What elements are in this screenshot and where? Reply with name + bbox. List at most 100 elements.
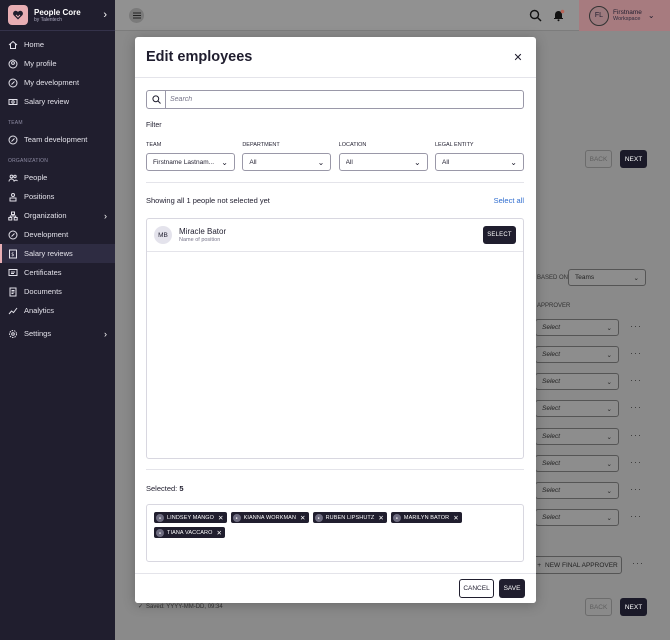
sidebar-item-analytics[interactable]: Analytics — [0, 301, 115, 320]
sidebar-item-salary-review[interactable]: Salary review — [0, 92, 115, 111]
brand-sub: by Talentech — [34, 16, 62, 23]
bell-icon[interactable] — [552, 9, 565, 22]
sidebar-item-development[interactable]: Development — [0, 225, 115, 244]
select-person-button[interactable]: SELECT — [483, 226, 516, 244]
more-icon[interactable]: ··· — [630, 375, 642, 385]
approver-select[interactable]: Select ⌄ — [535, 319, 619, 336]
selected-chip: ● RUBEN LIPSHUTZ ✕ — [312, 512, 387, 523]
close-icon[interactable]: ✕ — [511, 50, 525, 64]
nav: Home My profile My development Salary re… — [0, 31, 115, 343]
more-icon[interactable]: ··· — [632, 558, 644, 568]
approver-select[interactable]: Select ⌄ — [535, 482, 619, 499]
brand-name: People Core — [34, 7, 81, 17]
more-icon[interactable]: ··· — [630, 511, 642, 521]
chevron-down-icon: ⌄ — [317, 157, 325, 167]
selected-count: Selected: 5 — [146, 484, 184, 493]
approver-select[interactable]: Select ⌄ — [535, 428, 619, 445]
user-workspace: Workspace — [613, 16, 641, 22]
sidebar-item-positions[interactable]: Positions — [0, 187, 115, 206]
filter-team: TEAM Firstname Lastnam... ⌄ — [146, 142, 235, 171]
avatar-icon: ● — [232, 513, 241, 522]
chevron-right-icon: › — [104, 328, 107, 339]
team-select[interactable]: Firstname Lastnam... ⌄ — [146, 153, 235, 171]
select-all-link[interactable]: Select all — [494, 196, 524, 205]
analytics-icon — [8, 306, 18, 316]
sidebar-item-home[interactable]: Home — [0, 35, 115, 54]
sidebar-item-documents[interactable]: Documents — [0, 282, 115, 301]
avatar: MB — [154, 226, 172, 244]
sidebar-item-my-profile[interactable]: My profile — [0, 54, 115, 73]
sidebar-item-certificates[interactable]: Certificates — [0, 263, 115, 282]
approver-select[interactable]: Select ⌄ — [535, 346, 619, 363]
back-button[interactable]: BACK — [585, 150, 612, 168]
menu-button[interactable] — [129, 8, 144, 23]
new-final-approver-button[interactable]: + NEW FINAL APPROVER — [533, 556, 622, 574]
approver-select[interactable]: Select ⌄ — [535, 373, 619, 390]
search-input[interactable] — [166, 96, 523, 103]
user-name: Firstname — [613, 9, 642, 16]
more-icon[interactable]: ··· — [630, 402, 642, 412]
more-icon[interactable]: ··· — [630, 457, 642, 467]
chevron-down-icon: ⌄ — [221, 157, 228, 167]
based-on-label: BASED ON — [537, 275, 569, 281]
approver-select[interactable]: Select ⌄ — [535, 400, 619, 417]
filters: TEAM Firstname Lastnam... ⌄ DEPARTMENT Al… — [146, 142, 524, 171]
avatar-icon: ● — [314, 513, 323, 522]
location-select[interactable]: All ⌄ — [338, 153, 428, 171]
sidebar-item-team-development[interactable]: Team development — [0, 130, 115, 149]
salary-icon — [8, 97, 18, 107]
more-icon[interactable]: ··· — [630, 484, 642, 494]
sidebar-item-salary-reviews[interactable]: $ Salary reviews — [0, 244, 115, 263]
divider — [146, 469, 524, 470]
remove-icon[interactable]: ✕ — [378, 514, 384, 522]
selected-chip: ● MARILYN BATOR ✕ — [390, 512, 462, 523]
plus-icon: + — [537, 561, 542, 569]
selected-people: ● LINDSEY MANGO ✕ ● KIANNA WORKMAN ✕ ● RUBEN … — [146, 504, 524, 562]
remove-icon[interactable]: ✕ — [218, 514, 224, 522]
section-organization: ORGANIZATION — [8, 158, 49, 164]
brand-logo-icon — [8, 5, 28, 25]
sidebar-item-my-development[interactable]: My development — [0, 73, 115, 92]
department-select[interactable]: All ⌄ — [242, 153, 332, 171]
approver-select[interactable]: Select ⌄ — [535, 509, 619, 526]
sidebar-item-organization[interactable]: Organization › — [0, 206, 115, 225]
search-field[interactable] — [146, 90, 524, 109]
remove-icon[interactable]: ✕ — [217, 529, 223, 537]
user-menu[interactable]: FL Firstname Workspace ⌄ — [579, 0, 670, 31]
avatar: FL — [589, 5, 609, 26]
positions-icon — [8, 192, 18, 202]
chevron-right-icon: › — [104, 210, 107, 221]
chevron-down-icon: ⌄ — [413, 157, 421, 167]
remove-icon[interactable]: ✕ — [300, 514, 306, 522]
divider — [146, 182, 524, 183]
more-icon[interactable]: ··· — [630, 321, 642, 331]
approver-select[interactable]: Select ⌄ — [535, 455, 619, 472]
sidebar-item-people[interactable]: People — [0, 168, 115, 187]
saved-status: ✓ Saved: YYYY-MM-DD, 09:34 — [138, 603, 223, 611]
more-icon[interactable]: ··· — [630, 430, 642, 440]
filter-label: Filter — [146, 122, 162, 129]
avatar-icon: ● — [156, 528, 164, 537]
remove-icon[interactable]: ✕ — [453, 514, 459, 522]
hamburger-icon — [132, 12, 141, 19]
save-button[interactable]: SAVE — [499, 579, 525, 598]
back-button-bottom[interactable]: BACK — [585, 598, 612, 616]
edit-employees-modal: Edit employees ✕ Filter TEAM Firstname L… — [135, 37, 536, 603]
sidebar-item-settings[interactable]: Settings › — [0, 324, 115, 343]
development-icon — [8, 78, 18, 88]
documents-icon — [8, 287, 18, 297]
based-on-select[interactable]: Teams ⌄ — [568, 269, 646, 286]
brand[interactable]: People Core by Talentech › — [0, 0, 115, 31]
check-circle-icon: ✓ — [138, 604, 144, 610]
salary-reviews-icon: $ — [8, 249, 18, 259]
svg-text:$: $ — [11, 252, 14, 258]
more-icon[interactable]: ··· — [630, 348, 642, 358]
next-button-bottom[interactable]: NEXT — [620, 598, 647, 616]
search-icon[interactable] — [529, 9, 542, 22]
available-people-list: MB Miracle Bator Name of position SELECT — [146, 218, 524, 459]
legal-entity-select[interactable]: All ⌄ — [434, 153, 524, 171]
selected-chip: ● KIANNA WORKMAN ✕ — [230, 512, 309, 523]
cancel-button[interactable]: CANCEL — [459, 579, 494, 598]
chevron-right-icon[interactable]: › — [103, 9, 107, 21]
next-button[interactable]: NEXT — [620, 150, 647, 168]
